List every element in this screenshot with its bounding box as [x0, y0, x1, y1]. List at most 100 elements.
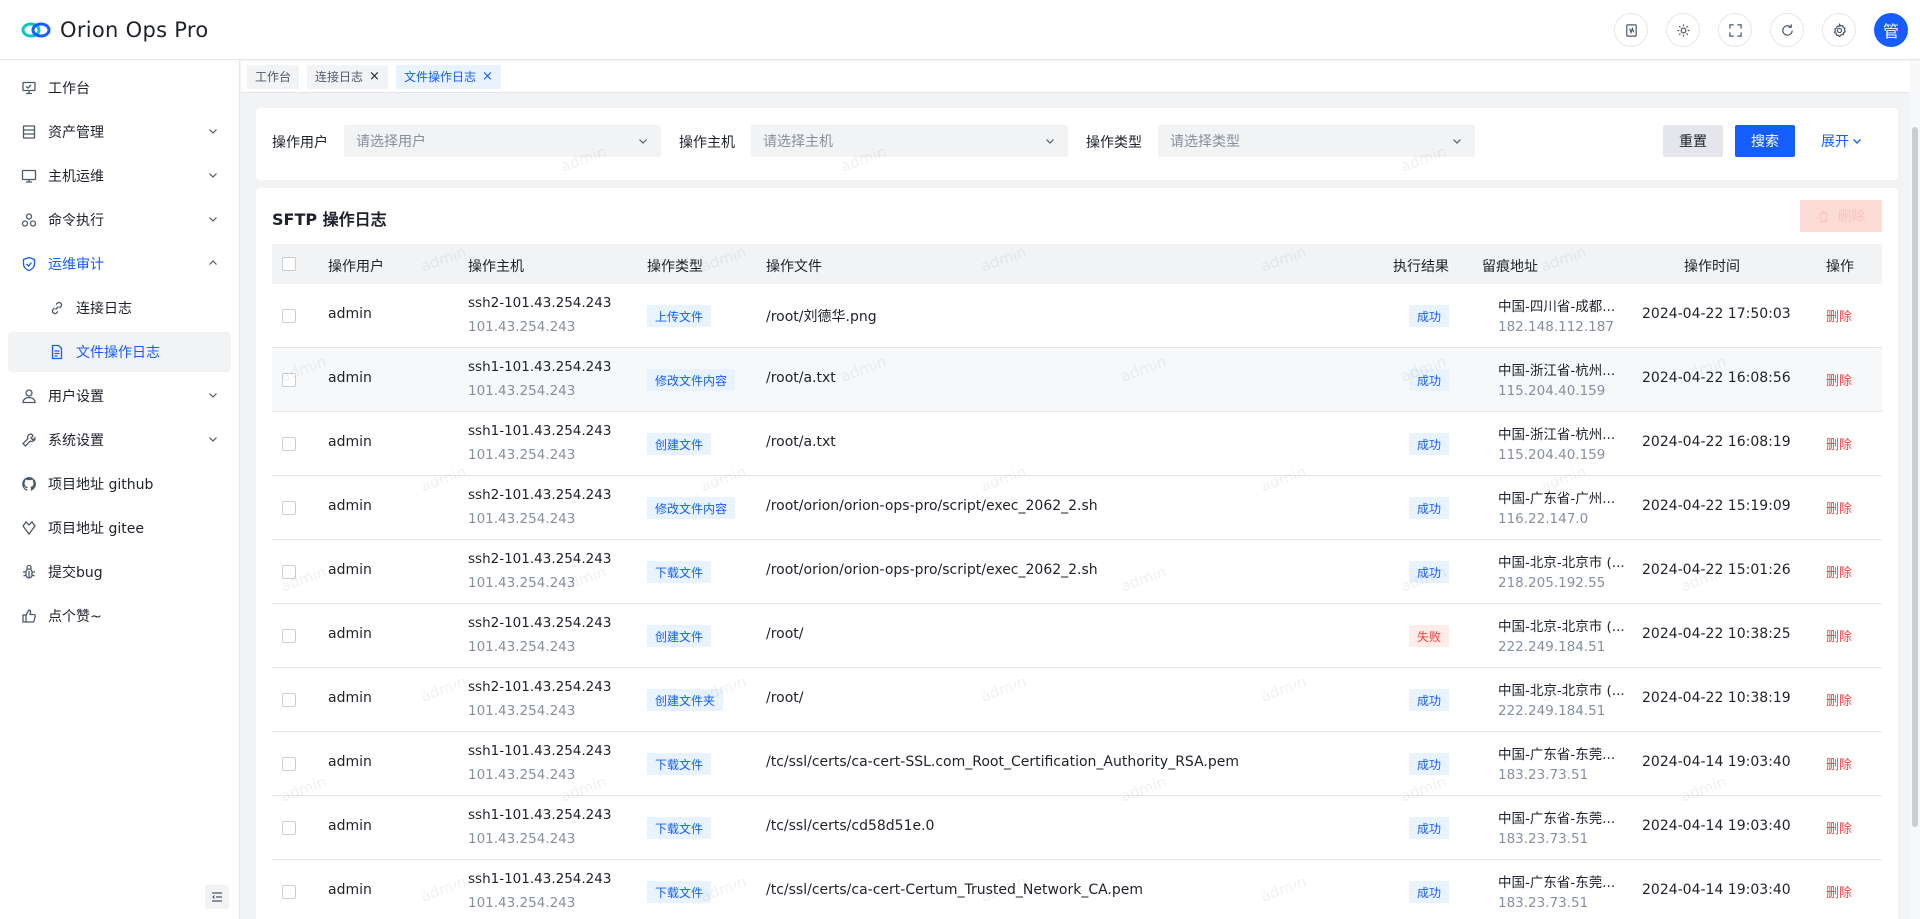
sidebar-item-assets[interactable]: 资产管理 — [8, 112, 231, 152]
row-checkbox[interactable] — [282, 309, 296, 323]
asset-icon — [20, 123, 38, 141]
batch-delete-button[interactable]: 删除 — [1800, 200, 1882, 232]
table-row[interactable]: admin ssh1-101.43.254.243 101.43.254.243 下载… — [272, 860, 1882, 919]
row-checkbox[interactable] — [282, 629, 296, 643]
menu-fold-icon — [212, 892, 222, 902]
app-logo[interactable]: Orion Ops Pro — [20, 18, 209, 42]
cell-host-name: ssh1-101.43.254.243 — [468, 871, 612, 887]
expand-button[interactable]: 展开 — [1821, 125, 1863, 157]
row-delete-link[interactable]: 删除 — [1826, 818, 1852, 837]
close-icon[interactable]: × — [369, 69, 380, 84]
row-checkbox[interactable] — [282, 885, 296, 899]
user-select[interactable]: 请选择用户 — [344, 125, 661, 157]
scrollbar-thumb[interactable] — [1912, 127, 1918, 827]
sidebar-item-connection-log[interactable]: 连接日志 — [8, 288, 231, 328]
chevron-down-icon — [1853, 139, 1861, 144]
cell-result-badge: 成功 — [1409, 561, 1450, 583]
row-checkbox[interactable] — [282, 565, 296, 579]
sidebar-item-label: 文件操作日志 — [76, 345, 160, 361]
row-delete-link[interactable]: 删除 — [1826, 562, 1852, 581]
cell-host-ip: 101.43.254.243 — [468, 511, 576, 527]
row-checkbox[interactable] — [282, 821, 296, 835]
cell-type-tag: 创建文件 — [647, 433, 712, 455]
sidebar-item-label: 命令执行 — [48, 213, 104, 229]
cell-host-ip: 101.43.254.243 — [468, 447, 576, 463]
cell-time: 2024-04-14 19:03:40 — [1642, 754, 1791, 770]
row-delete-link[interactable]: 删除 — [1826, 690, 1852, 709]
table-row[interactable]: admin ssh1-101.43.254.243 101.43.254.243 下载… — [272, 732, 1882, 796]
cell-address: 中国-北京-北京市 (... — [1498, 619, 1625, 635]
cell-address-ip: 183.23.73.51 — [1498, 895, 1589, 911]
sidebar-item-workbench[interactable]: 工作台 — [8, 68, 231, 108]
row-delete-link[interactable]: 删除 — [1826, 498, 1852, 517]
cell-host-name: ssh1-101.43.254.243 — [468, 423, 612, 439]
doc-icon[interactable] — [1614, 13, 1648, 47]
chevron-down-icon — [639, 139, 647, 144]
table-row[interactable]: admin ssh2-101.43.254.243 101.43.254.243 创建… — [272, 668, 1882, 732]
reset-button[interactable]: 重置 — [1663, 125, 1723, 157]
filter-panel: 操作用户 请选择用户 操作主机 请选择主机 操作类型 请选择类型 重置 搜索 展… — [256, 108, 1898, 180]
cell-address: 中国-四川省-成都... — [1498, 299, 1616, 315]
log-table-card: SFTP 操作日志 删除 操作用户 操作主机 操作类型 操作文件 执行结果 留痕… — [256, 188, 1898, 919]
refresh-icon[interactable] — [1770, 13, 1804, 47]
close-icon[interactable]: × — [482, 69, 493, 84]
row-checkbox[interactable] — [282, 437, 296, 451]
table-row[interactable]: admin ssh1-101.43.254.243 101.43.254.243 创建… — [272, 412, 1882, 476]
bug-icon — [20, 563, 38, 581]
tab-file-log[interactable]: 文件操作日志 × — [395, 64, 501, 89]
row-checkbox[interactable] — [282, 373, 296, 387]
sidebar-item-file-log[interactable]: 文件操作日志 — [8, 332, 231, 372]
row-checkbox[interactable] — [282, 757, 296, 771]
cell-result-badge: 成功 — [1409, 305, 1450, 327]
row-checkbox[interactable] — [282, 693, 296, 707]
table-row[interactable]: admin ssh2-101.43.254.243 101.43.254.243 上传… — [272, 284, 1882, 348]
row-delete-link[interactable]: 删除 — [1826, 306, 1852, 325]
row-checkbox[interactable] — [282, 501, 296, 515]
host-select[interactable]: 请选择主机 — [751, 125, 1068, 157]
settings-icon[interactable] — [1822, 13, 1856, 47]
cell-user: admin — [328, 434, 372, 450]
cell-address: 中国-广东省-东莞... — [1498, 875, 1616, 891]
cell-user: admin — [328, 754, 372, 770]
tab-connection-log[interactable]: 连接日志 × — [307, 64, 388, 89]
table-row[interactable]: admin ssh2-101.43.254.243 101.43.254.243 创建… — [272, 604, 1882, 668]
sidebar-item-user-settings[interactable]: 用户设置 — [8, 376, 231, 416]
cell-type-tag: 下载文件 — [647, 817, 712, 839]
cell-host-name: ssh1-101.43.254.243 — [468, 359, 612, 375]
type-select[interactable]: 请选择类型 — [1158, 125, 1475, 157]
cell-result-badge: 成功 — [1409, 753, 1450, 775]
sidebar-item-host-ops[interactable]: 主机运维 — [8, 156, 231, 196]
table-row[interactable]: admin ssh1-101.43.254.243 101.43.254.243 下载… — [272, 796, 1882, 860]
cell-result-badge: 成功 — [1409, 817, 1450, 839]
row-delete-link[interactable]: 删除 — [1826, 754, 1852, 773]
select-all-checkbox[interactable] — [282, 257, 296, 271]
row-delete-link[interactable]: 删除 — [1826, 882, 1852, 901]
search-button[interactable]: 搜索 — [1735, 125, 1795, 157]
theme-icon[interactable] — [1666, 13, 1700, 47]
row-delete-link[interactable]: 删除 — [1826, 626, 1852, 645]
cell-time: 2024-04-14 19:03:40 — [1642, 882, 1791, 898]
row-delete-link[interactable]: 删除 — [1826, 370, 1852, 389]
avatar[interactable]: 管 — [1874, 13, 1908, 47]
sidebar-item-bug[interactable]: 提交bug — [8, 552, 231, 592]
fullscreen-icon[interactable] — [1718, 13, 1752, 47]
chevron-up-icon — [209, 260, 217, 265]
cell-time: 2024-04-22 15:19:09 — [1642, 498, 1791, 514]
github-icon — [20, 475, 38, 493]
sidebar-item-command[interactable]: 命令执行 — [8, 200, 231, 240]
sidebar-item-system-settings[interactable]: 系统设置 — [8, 420, 231, 460]
table-row[interactable]: admin ssh2-101.43.254.243 101.43.254.243 修改… — [272, 476, 1882, 540]
collapse-sidebar-button[interactable] — [205, 885, 229, 909]
table-row[interactable]: admin ssh1-101.43.254.243 101.43.254.243 修改… — [272, 348, 1882, 412]
table-body: admin ssh2-101.43.254.243 101.43.254.243 上传… — [272, 284, 1882, 919]
sidebar-item-audit[interactable]: 运维审计 — [8, 244, 231, 284]
sidebar-item-like[interactable]: 点个赞~ — [8, 596, 231, 636]
sidebar-item-gitee[interactable]: 项目地址 gitee — [8, 508, 231, 548]
row-delete-link[interactable]: 删除 — [1826, 434, 1852, 453]
cell-host-ip: 101.43.254.243 — [468, 319, 576, 335]
table-row[interactable]: admin ssh2-101.43.254.243 101.43.254.243 下载… — [272, 540, 1882, 604]
sidebar-item-github[interactable]: 项目地址 github — [8, 464, 231, 504]
tab-workbench[interactable]: 工作台 — [247, 64, 300, 89]
cell-result-badge: 成功 — [1409, 497, 1450, 519]
page-scrollbar[interactable] — [1910, 61, 1920, 919]
